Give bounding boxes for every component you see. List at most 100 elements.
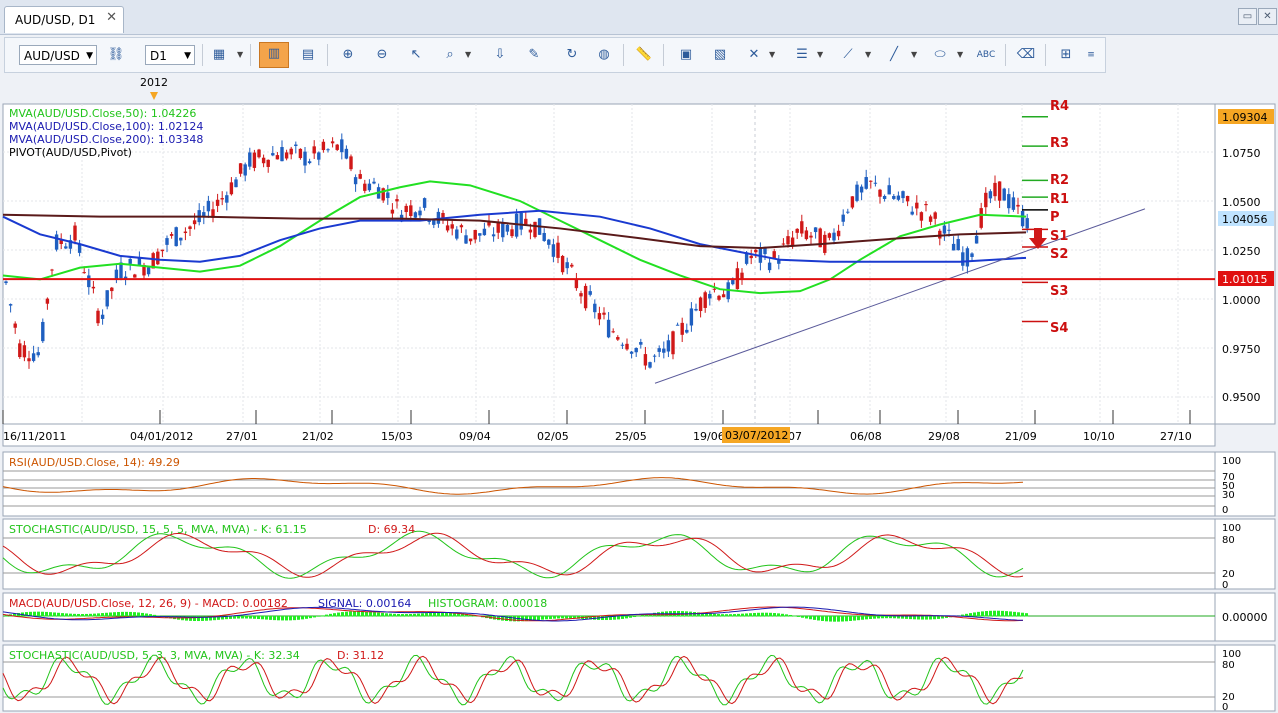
macd-histogram-bar: [721, 614, 724, 617]
candle-body: [942, 225, 947, 234]
candle-body: [882, 195, 887, 199]
legend-ma100: MVA(AUD/USD.Close,100): 1.02124: [9, 120, 203, 133]
candle-body: [18, 343, 22, 358]
date-label: 04/01/2012: [130, 430, 193, 443]
candle-body: [307, 161, 312, 164]
candle-body: [864, 177, 868, 189]
candle-body: [570, 264, 574, 267]
candle-body: [445, 225, 450, 231]
candle-body: [188, 226, 192, 229]
macd-histogram-bar: [725, 614, 728, 617]
macd-histogram-bar: [881, 616, 884, 619]
macd-histogram-bar: [349, 611, 352, 617]
candle-body: [330, 141, 335, 144]
macd-histogram-bar: [989, 610, 992, 617]
candle-body: [248, 152, 252, 167]
date-label: 09/04: [459, 430, 491, 443]
candle-body: [271, 153, 275, 156]
date-label: 07: [788, 430, 802, 443]
price-tick: 0.9500: [1222, 391, 1261, 404]
candle-body: [625, 343, 629, 350]
candle-body: [455, 229, 459, 239]
macd-histogram-bar: [253, 616, 256, 619]
macd-histogram-bar: [1013, 611, 1016, 617]
candle-body: [772, 251, 776, 259]
candle-body: [128, 258, 132, 264]
macd-histogram-bar: [237, 616, 240, 619]
candle-body: [901, 191, 905, 199]
candle-body: [855, 184, 859, 201]
macd-histogram-bar: [537, 616, 540, 621]
candle-body: [225, 195, 229, 203]
candle-body: [381, 188, 385, 201]
candle-body: [519, 212, 523, 230]
candle-body: [717, 295, 721, 300]
candle-body: [261, 157, 266, 164]
candle-body: [280, 147, 284, 162]
candle-body: [413, 212, 418, 218]
candle-body: [174, 227, 178, 247]
candle-body: [795, 228, 799, 233]
macd-histogram-bar: [393, 613, 396, 617]
candle-body: [275, 155, 280, 160]
macd-histogram-bar: [409, 613, 412, 617]
macd-histogram-bar: [313, 616, 316, 618]
macd-histogram-bar: [797, 616, 800, 617]
candle-body: [956, 239, 960, 251]
candle-body: [813, 227, 818, 233]
macd-histogram-bar: [437, 612, 440, 617]
chart-canvas[interactable]: R4 R3 R2 R1 P S1 S2 S3 S4 MVA(AUD/USD.Close,50):…: [0, 0, 1278, 713]
macd-histogram-bar: [81, 614, 84, 617]
macd-histogram-bar: [1009, 611, 1012, 617]
candle-body: [340, 139, 344, 153]
macd-histogram-bar: [877, 616, 880, 619]
candle-body: [993, 182, 997, 197]
macd-histogram-bar: [981, 611, 984, 617]
macd-histogram-bar: [65, 613, 68, 617]
macd-histogram-bar: [917, 616, 920, 620]
candle-body: [473, 229, 477, 240]
macd-histogram-bar: [125, 611, 128, 617]
macd-axis-tick: 0.00000: [1222, 611, 1268, 624]
candle-body: [372, 181, 376, 184]
candle-body: [252, 152, 257, 168]
macd-histogram-bar: [57, 612, 60, 617]
rsi-axis-tick: 100: [1222, 456, 1241, 467]
macd-histogram-bar: [761, 612, 764, 617]
macd-histogram-bar: [801, 616, 804, 618]
candle-body: [910, 211, 914, 215]
candle-body: [367, 183, 372, 191]
macd-histogram-bar: [337, 612, 340, 617]
macd-histogram-bar: [53, 612, 56, 617]
candle-body: [491, 234, 496, 237]
candle-body: [528, 229, 533, 233]
candle-body: [965, 248, 970, 267]
macd-histogram-bar: [557, 616, 560, 619]
macd-histogram-bar: [61, 613, 64, 617]
macd-histogram-bar: [41, 611, 44, 617]
candle-body: [353, 177, 358, 185]
candle-body: [841, 214, 845, 222]
macd-histogram-bar: [733, 614, 736, 617]
candle-body: [326, 149, 330, 151]
macd-histogram-bar: [633, 616, 636, 618]
macd-histogram-bar: [129, 611, 132, 617]
candle-body: [1020, 210, 1025, 227]
candle-body: [87, 275, 91, 288]
candle-body: [560, 255, 565, 273]
candle-body: [294, 144, 298, 146]
macd-histogram-bar: [541, 616, 544, 620]
candle-body: [763, 248, 767, 255]
macd-histogram-bar: [709, 613, 712, 617]
macd-histogram-bar: [829, 616, 832, 622]
candle-body: [284, 152, 289, 159]
candle-body: [303, 151, 307, 166]
candle-body: [878, 189, 882, 197]
candle-body: [501, 222, 505, 238]
candle-body: [754, 249, 758, 253]
pivot-label: R1: [1050, 192, 1069, 207]
candle-body: [634, 347, 638, 353]
candle-body: [510, 229, 514, 237]
macd-histogram-bar: [545, 616, 548, 620]
stoch1-axis-tick: 100: [1222, 523, 1241, 534]
